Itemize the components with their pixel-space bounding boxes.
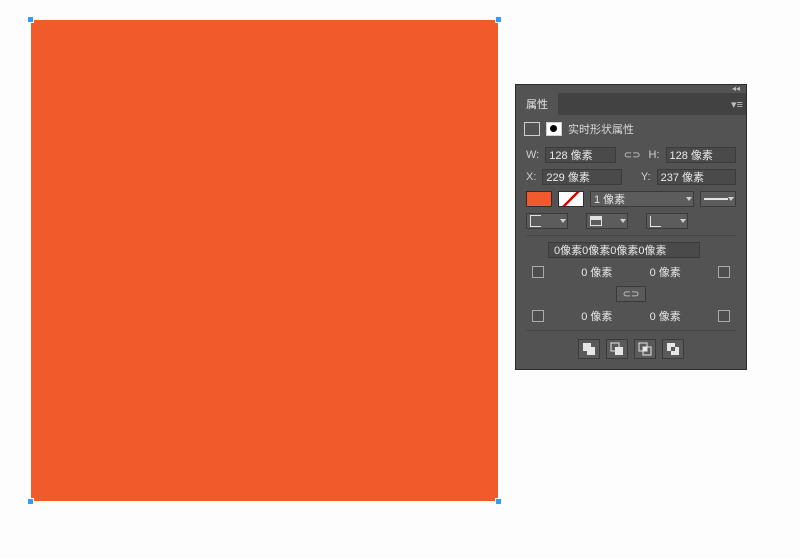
separator [526,330,736,331]
path-union-button[interactable] [578,339,600,359]
section-title-label: 实时形状属性 [568,121,634,137]
menu-icon: ▾≡ [731,98,743,111]
corner-radius-summary-text: 0像素0像素0像素0像素 [554,242,666,258]
mask-icon [546,122,562,136]
path-subtract-button[interactable] [606,339,628,359]
properties-panel: ◂◂ 属性 ▾≡ 实时形状属性 W: ⊂⊃ H: X: Y: [516,85,746,369]
collapse-icon[interactable]: ◂◂ [732,85,740,93]
path-intersect-button[interactable] [634,339,656,359]
link-wh-icon[interactable]: ⊂⊃ [622,150,643,161]
stroke-corner-dropdown[interactable] [646,213,688,229]
resize-handle-top-left[interactable] [27,16,34,23]
x-label: X: [526,171,536,183]
corner-tr-checkbox[interactable] [718,266,730,278]
fill-color-swatch[interactable] [526,191,552,207]
chevron-down-icon [728,197,734,201]
chevron-down-icon [560,219,566,223]
link-corners-icon[interactable]: ⊂⊃ [616,286,646,302]
tab-properties[interactable]: 属性 [516,93,558,115]
corner-br-value: 0 像素 [650,308,681,324]
resize-handle-top-right[interactable] [495,16,502,23]
corner-bl-value: 0 像素 [581,308,612,324]
corner-bl-checkbox[interactable] [532,310,544,322]
stroke-dash-dropdown[interactable] [700,191,736,207]
y-input[interactable] [657,169,736,185]
stroke-align-dropdown[interactable] [586,213,628,229]
height-input[interactable] [666,147,736,163]
panel-menu-button[interactable]: ▾≡ [728,93,746,115]
tab-properties-label: 属性 [526,96,548,112]
corner-row-top: 0 像素 0 像素 [526,264,736,280]
corner-tl-value: 0 像素 [581,264,612,280]
corner-br-checkbox[interactable] [718,310,730,322]
x-input[interactable] [542,169,621,185]
section-title-row: 实时形状属性 [516,115,746,145]
cap-icon [530,215,541,227]
corner-tr-value: 0 像素 [650,264,681,280]
width-label: W: [526,149,539,161]
selected-rectangle-shape[interactable] [31,20,498,501]
panel-tab-bar: 属性 ▾≡ [516,93,746,115]
corner-radius-summary[interactable]: 0像素0像素0像素0像素 [548,242,700,258]
corner-row-bottom: 0 像素 0 像素 [526,308,736,324]
resize-handle-bottom-left[interactable] [27,498,34,505]
size-row: W: ⊂⊃ H: [526,147,736,163]
panel-drag-bar[interactable]: ◂◂ [516,85,746,93]
path-exclude-button[interactable] [662,339,684,359]
stroke-color-swatch[interactable] [558,191,584,207]
width-input[interactable] [545,147,615,163]
separator [526,235,736,236]
stroke-row: 1 像素 [526,191,736,207]
corner-style-icon [650,216,661,227]
stroke-cap-dropdown[interactable] [526,213,568,229]
stroke-weight-value: 1 像素 [594,191,625,207]
chevron-down-icon [686,197,692,201]
corner-tl-checkbox[interactable] [532,266,544,278]
stroke-options-row [526,213,736,229]
y-label: Y: [641,171,651,183]
align-icon [590,216,602,226]
dash-preview [704,198,728,200]
live-shape-icon [524,122,540,136]
chevron-down-icon [680,219,686,223]
position-row: X: Y: [526,169,736,185]
chevron-down-icon [620,219,626,223]
height-label: H: [649,149,660,161]
path-operations-row [526,339,736,359]
stroke-weight-dropdown[interactable]: 1 像素 [590,191,694,207]
resize-handle-bottom-right[interactable] [495,498,502,505]
